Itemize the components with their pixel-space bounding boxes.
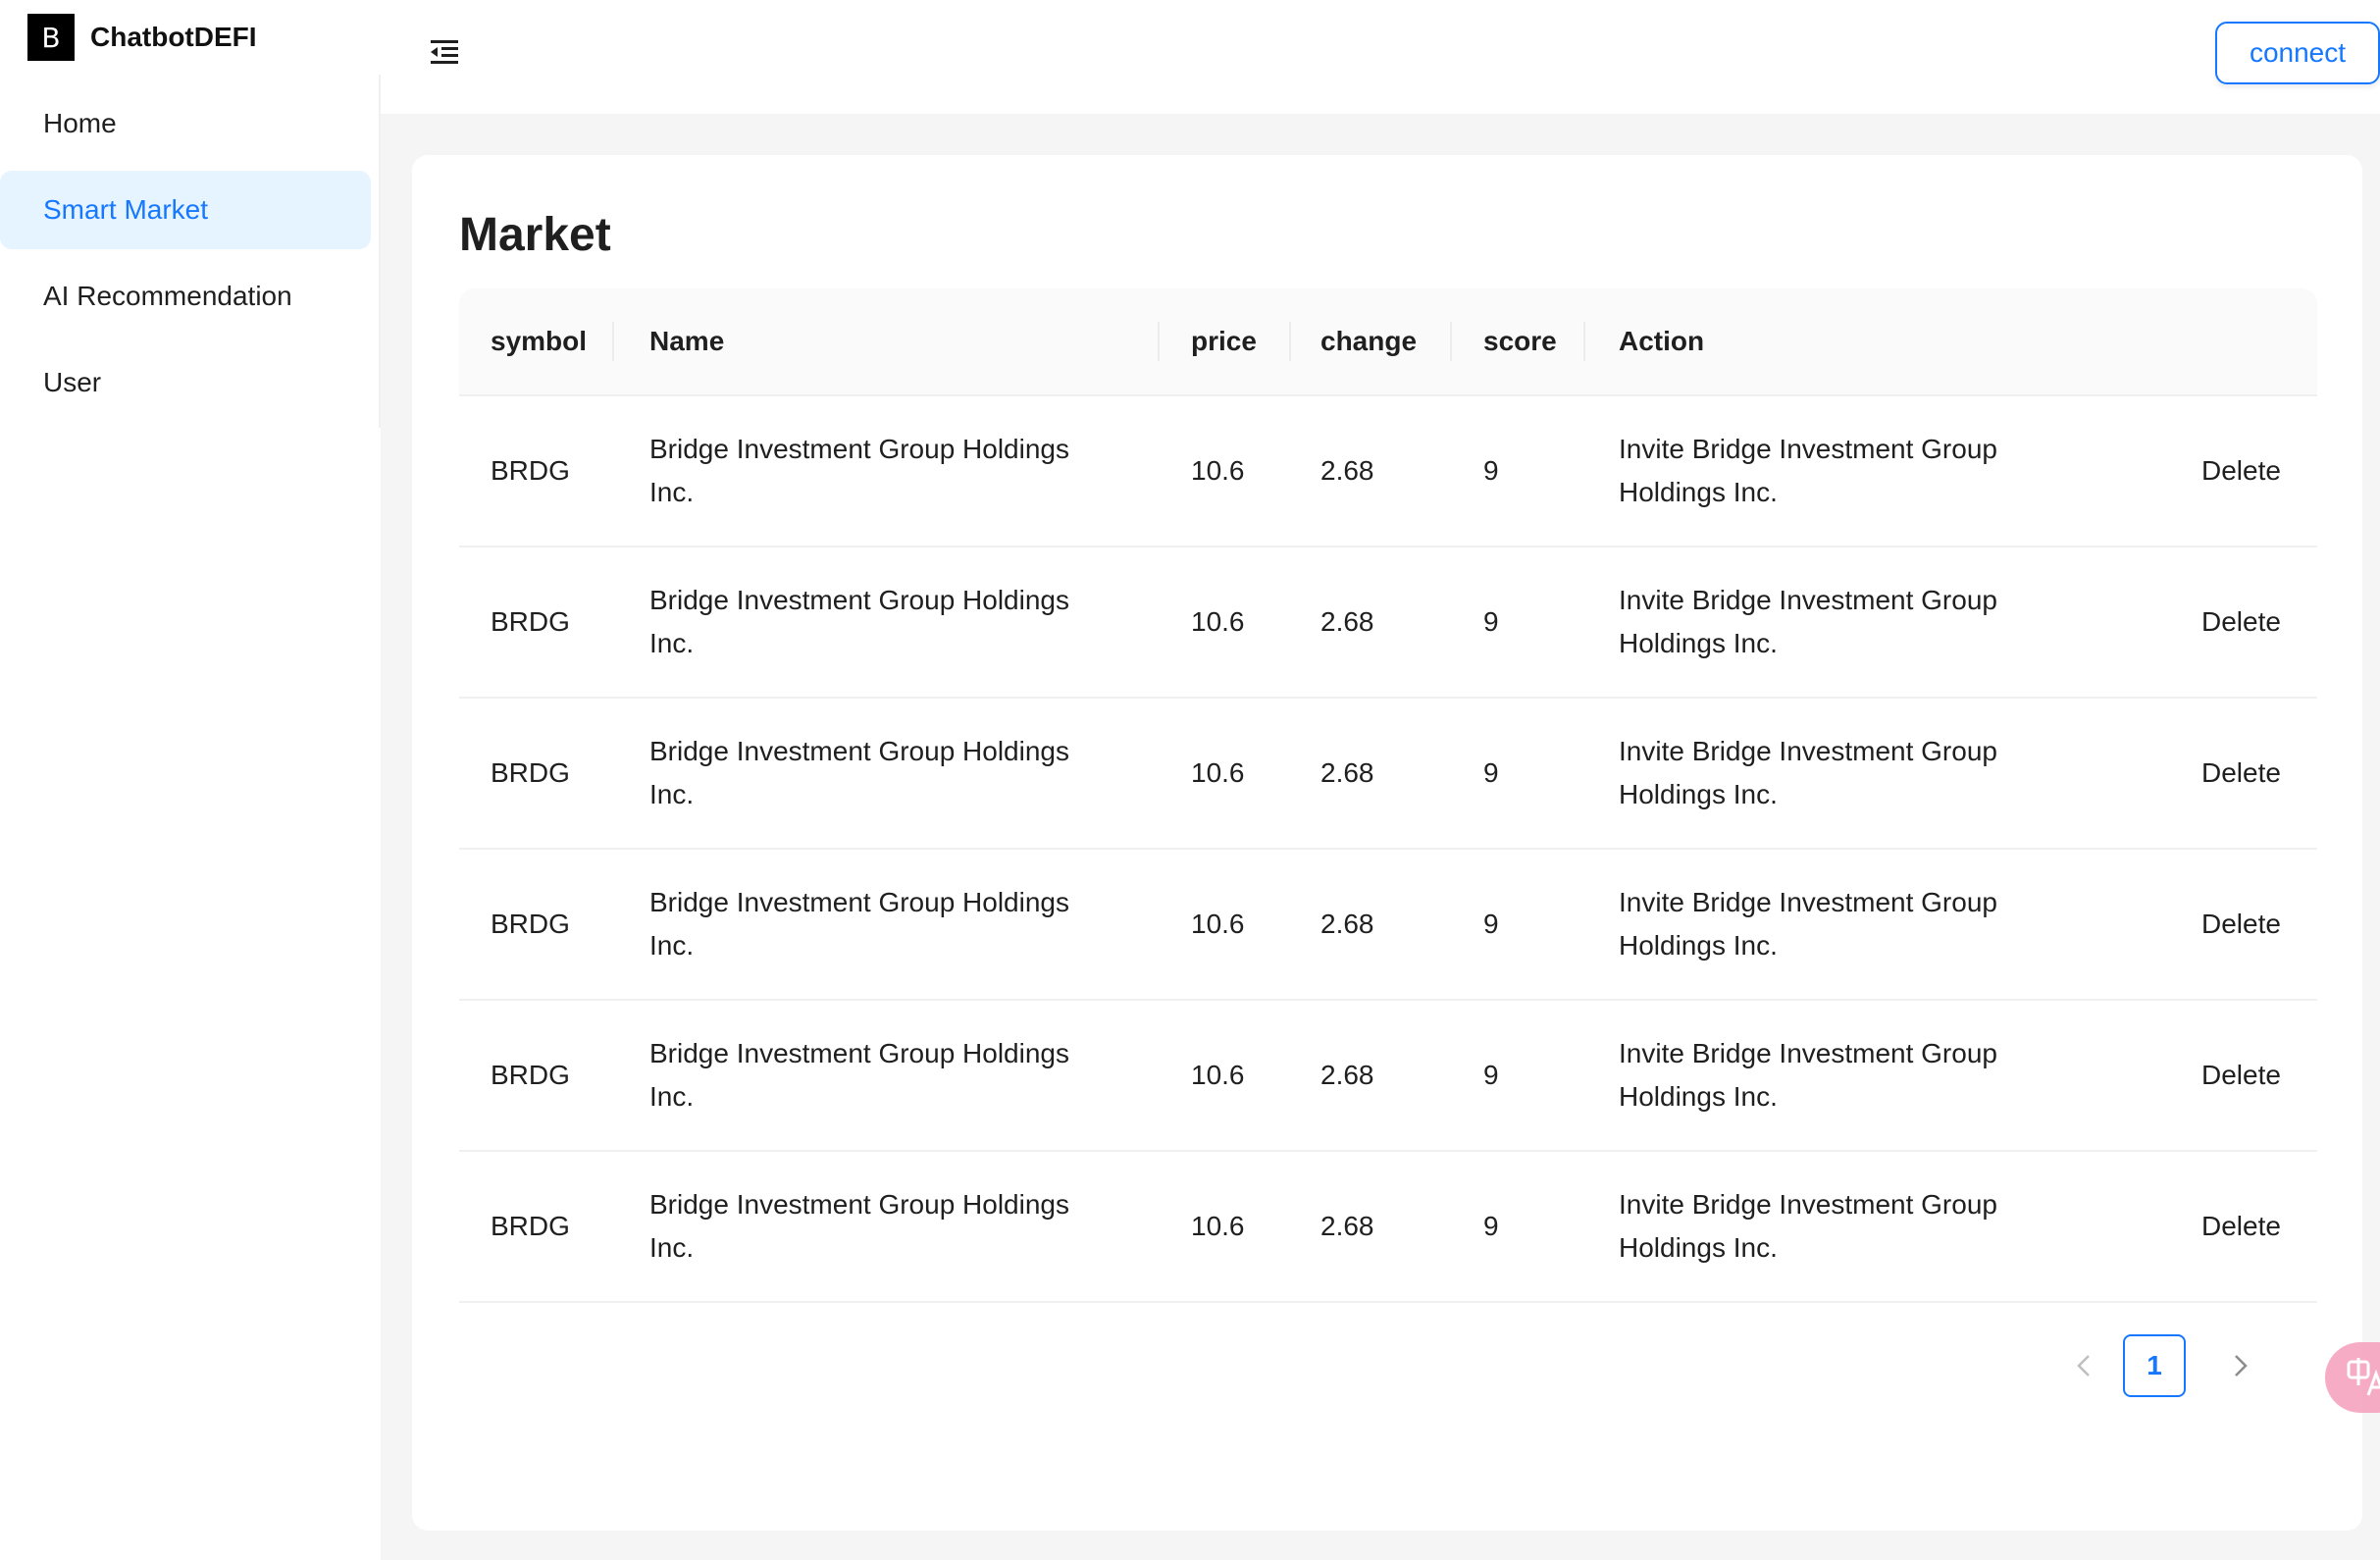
- cell-price: 10.6: [1191, 1211, 1245, 1241]
- column-header-action: Action: [1619, 326, 1705, 356]
- chevron-right-icon[interactable]: [2217, 1334, 2264, 1397]
- column-separator: [612, 322, 614, 361]
- page-1-button[interactable]: 1: [2123, 1334, 2186, 1397]
- table-row: BRDG Bridge Investment Group Holdings In…: [459, 547, 2317, 699]
- invite-link[interactable]: Invite Bridge Investment Group Holdings …: [1619, 1001, 2080, 1150]
- cell-price: 10.6: [1191, 1060, 1245, 1090]
- cell-change: 2.68: [1320, 455, 1374, 486]
- delete-button[interactable]: Delete: [2201, 396, 2281, 546]
- delete-button[interactable]: Delete: [2201, 850, 2281, 999]
- brand-name: ChatbotDEFI: [90, 22, 257, 52]
- cell-change: 2.68: [1320, 606, 1374, 637]
- column-separator: [1289, 322, 1291, 361]
- market-card: Market symbol Name price change score Ac…: [412, 155, 2362, 1531]
- cell-price: 10.6: [1191, 606, 1245, 637]
- invite-link[interactable]: Invite Bridge Investment Group Holdings …: [1619, 1152, 2080, 1301]
- invite-link[interactable]: Invite Bridge Investment Group Holdings …: [1619, 850, 2080, 999]
- column-separator: [1583, 322, 1585, 361]
- column-header-price: price: [1191, 326, 1257, 356]
- sidebar-item-smart-market[interactable]: Smart Market: [0, 171, 371, 249]
- table-row: BRDG Bridge Investment Group Holdings In…: [459, 1152, 2317, 1303]
- cell-name: Bridge Investment Group Holdings Inc.: [649, 585, 1069, 658]
- connect-button[interactable]: connect: [2215, 22, 2380, 84]
- cell-change: 2.68: [1320, 1211, 1374, 1241]
- delete-button[interactable]: Delete: [2201, 1152, 2281, 1301]
- menu-fold-icon[interactable]: [428, 35, 461, 69]
- cell-name: Bridge Investment Group Holdings Inc.: [649, 736, 1069, 809]
- column-header-symbol: symbol: [491, 326, 588, 356]
- header: connect: [381, 0, 2380, 114]
- column-header-name: Name: [649, 326, 725, 356]
- cell-score: 9: [1483, 757, 1499, 788]
- sidebar-item-ai-recommendation[interactable]: AI Recommendation: [0, 257, 371, 336]
- cell-name: Bridge Investment Group Holdings Inc.: [649, 434, 1069, 507]
- table-row: BRDG Bridge Investment Group Holdings In…: [459, 699, 2317, 850]
- delete-button[interactable]: Delete: [2201, 1001, 2281, 1150]
- cell-symbol: BRDG: [491, 455, 570, 486]
- column-header-score: score: [1483, 326, 1557, 356]
- chevron-left-icon[interactable]: [2060, 1334, 2107, 1397]
- invite-link[interactable]: Invite Bridge Investment Group Holdings …: [1619, 547, 2080, 697]
- sidebar-item-user[interactable]: User: [0, 343, 371, 422]
- cell-symbol: BRDG: [491, 909, 570, 939]
- delete-button[interactable]: Delete: [2201, 699, 2281, 848]
- cell-symbol: BRDG: [491, 757, 570, 788]
- sidebar-item-home[interactable]: Home: [0, 84, 371, 163]
- cell-score: 9: [1483, 606, 1499, 637]
- cell-symbol: BRDG: [491, 606, 570, 637]
- cell-score: 9: [1483, 455, 1499, 486]
- cell-price: 10.6: [1191, 757, 1245, 788]
- column-separator: [1450, 322, 1452, 361]
- cell-price: 10.6: [1191, 909, 1245, 939]
- table-row: BRDG Bridge Investment Group Holdings In…: [459, 396, 2317, 547]
- column-separator: [1158, 322, 1160, 361]
- cell-name: Bridge Investment Group Holdings Inc.: [649, 887, 1069, 961]
- cell-score: 9: [1483, 1060, 1499, 1090]
- invite-link[interactable]: Invite Bridge Investment Group Holdings …: [1619, 699, 2080, 848]
- page-title: Market: [459, 209, 611, 261]
- cell-change: 2.68: [1320, 757, 1374, 788]
- cell-symbol: BRDG: [491, 1211, 570, 1241]
- cell-symbol: BRDG: [491, 1060, 570, 1090]
- table-header: symbol Name price change score Action: [459, 288, 2317, 396]
- table-row: BRDG Bridge Investment Group Holdings In…: [459, 1001, 2317, 1152]
- invite-link[interactable]: Invite Bridge Investment Group Holdings …: [1619, 396, 2080, 546]
- market-table: symbol Name price change score Action BR…: [459, 288, 2317, 1303]
- delete-button[interactable]: Delete: [2201, 547, 2281, 697]
- table-row: BRDG Bridge Investment Group Holdings In…: [459, 850, 2317, 1001]
- cell-change: 2.68: [1320, 1060, 1374, 1090]
- cell-score: 9: [1483, 1211, 1499, 1241]
- brand-logo: B: [27, 14, 75, 61]
- cell-name: Bridge Investment Group Holdings Inc.: [649, 1038, 1069, 1112]
- cell-price: 10.6: [1191, 455, 1245, 486]
- cell-name: Bridge Investment Group Holdings Inc.: [649, 1189, 1069, 1263]
- pagination: 1: [2060, 1334, 2354, 1397]
- column-header-change: change: [1320, 326, 1418, 356]
- brand[interactable]: B ChatbotDEFI: [27, 14, 257, 61]
- cell-score: 9: [1483, 909, 1499, 939]
- cell-change: 2.68: [1320, 909, 1374, 939]
